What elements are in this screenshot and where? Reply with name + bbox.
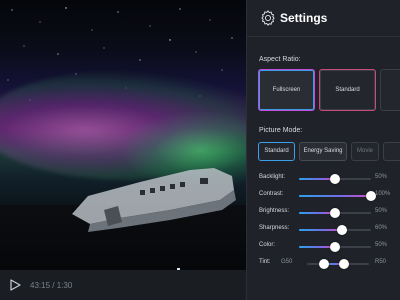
brightness-slider[interactable] <box>299 208 371 218</box>
slider-knob[interactable] <box>330 208 340 218</box>
slider-row-sharpness: Sharpness: 60% <box>247 223 400 237</box>
tint-label: Tint: <box>259 259 271 265</box>
time-display: 43:15 / 1:30 <box>30 281 73 290</box>
aspect-third-option[interactable] <box>380 69 400 111</box>
backlight-slider[interactable] <box>299 174 371 184</box>
contrast-value: 100% <box>375 191 391 197</box>
slider-fill <box>299 195 371 197</box>
slider-knob[interactable] <box>330 242 340 252</box>
plane-wreck <box>72 168 236 232</box>
settings-header: Settings <box>247 0 400 37</box>
settings-title: Settings <box>280 11 328 25</box>
slider-row-brightness: Brightness: 50% <box>247 206 400 220</box>
picture-mode-label: Picture Mode: <box>259 127 303 134</box>
mode-movie-button[interactable]: Movie <box>351 142 379 161</box>
contrast-label: Contrast: <box>259 191 284 197</box>
mode-fourth-button[interactable] <box>383 142 400 161</box>
settings-panel: Settings Aspect Ratio: Fullscreen Standa… <box>246 0 400 300</box>
backlight-label: Backlight: <box>259 174 286 180</box>
mode-energy-saving-button[interactable]: Energy Saving <box>299 142 347 161</box>
sharpness-slider[interactable] <box>299 225 371 235</box>
color-value: 50% <box>375 242 388 248</box>
sharpness-label: Sharpness: <box>259 225 290 231</box>
slider-knob[interactable] <box>330 174 340 184</box>
gear-icon <box>261 10 275 26</box>
play-icon[interactable] <box>8 278 22 292</box>
slider-row-color: Color: 50% <box>247 240 400 254</box>
slider-row-contrast: Contrast: 100% <box>247 189 400 203</box>
mode-standard-button[interactable]: Standard <box>258 142 295 161</box>
color-slider[interactable] <box>299 242 371 252</box>
aspect-fullscreen-option[interactable]: Fullscreen <box>258 69 315 111</box>
contrast-slider[interactable] <box>299 191 376 201</box>
slider-row-backlight: Backlight: 50% <box>247 172 400 186</box>
tint-slider[interactable] <box>307 259 369 269</box>
slider-knob[interactable] <box>337 225 348 235</box>
tint-knob-low[interactable] <box>319 259 330 269</box>
backlight-value: 50% <box>375 174 388 180</box>
color-label: Color: <box>259 242 276 248</box>
brightness-label: Brightness: <box>259 208 290 214</box>
tint-knob-high[interactable] <box>339 259 350 269</box>
aspect-ratio-label: Aspect Ratio: <box>259 56 301 63</box>
tint-right-value: R50 <box>375 259 387 265</box>
aspect-standard-option[interactable]: Standard <box>319 69 376 111</box>
slider-row-tint: Tint: G50 R50 <box>247 257 400 271</box>
brightness-value: 50% <box>375 208 388 214</box>
video-frame <box>0 0 246 270</box>
tint-left-value: G50 <box>281 259 293 265</box>
sharpness-value: 60% <box>375 225 388 231</box>
slider-fill <box>299 229 343 231</box>
